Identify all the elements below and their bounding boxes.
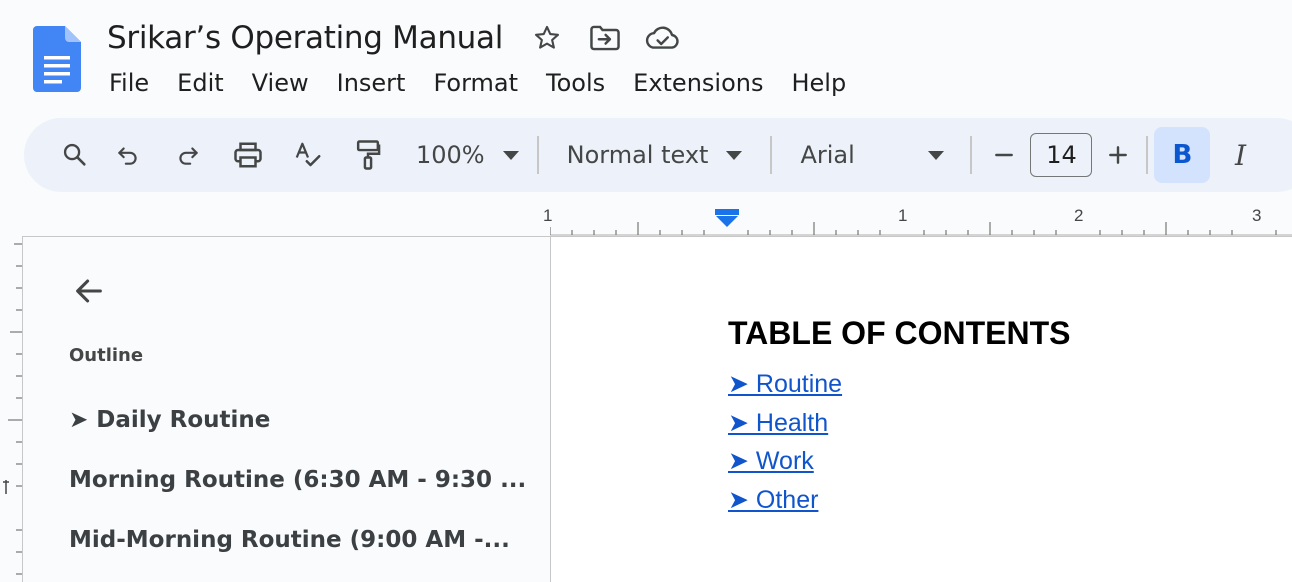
toolbar-divider: [770, 136, 773, 174]
menu-bar: File Edit View Insert Format Tools Exten…: [95, 64, 860, 102]
menu-help[interactable]: Help: [777, 69, 860, 97]
chevron-down-icon: [928, 150, 945, 160]
toolbar-divider: [1146, 136, 1149, 174]
toolbar: 100% Normal text Arial 14 B I: [24, 118, 1292, 192]
paint-format-button[interactable]: [338, 127, 398, 183]
move-button[interactable]: [583, 18, 627, 58]
paragraph-style-select[interactable]: Normal text: [567, 141, 743, 169]
undo-icon: [118, 147, 137, 165]
chevron-down-icon: [502, 150, 519, 160]
ruler-label: 2: [1074, 206, 1084, 225]
minus-icon: [995, 153, 1014, 157]
paragraph-style-value: Normal text: [566, 141, 709, 169]
undo-button[interactable]: [98, 127, 158, 183]
plus-icon: [1109, 146, 1128, 164]
spelling-grammar-button[interactable]: [278, 127, 338, 183]
italic-button[interactable]: I: [1212, 127, 1268, 183]
outline-item[interactable]: Morning Routine (6:30 AM - 9:30 ...: [69, 467, 526, 493]
cloud-done-icon: [645, 26, 679, 49]
font-size-input[interactable]: 14: [1030, 133, 1093, 177]
bold-button[interactable]: B: [1154, 127, 1211, 183]
redo-icon: [179, 147, 198, 165]
star-icon: [535, 25, 560, 49]
move-to-folder-icon: [590, 25, 620, 51]
zoom-select[interactable]: 100%: [416, 141, 519, 169]
title-actions: [525, 18, 685, 58]
document-title[interactable]: Srikar’s Operating Manual: [107, 20, 503, 56]
ruler-label: 1: [898, 206, 908, 225]
ruler-label: 3: [1252, 206, 1262, 225]
menu-file[interactable]: File: [95, 69, 163, 97]
menu-edit[interactable]: Edit: [163, 69, 237, 97]
menu-tools[interactable]: Tools: [532, 69, 619, 97]
outline-item[interactable]: Mid-Morning Routine (9:00 AM -...: [69, 527, 510, 553]
zoom-value: 100%: [416, 141, 485, 169]
toolbar-divider: [536, 136, 539, 174]
toc-link-work[interactable]: ➤ Work: [728, 446, 814, 476]
menu-insert[interactable]: Insert: [323, 69, 420, 97]
toc-link-other[interactable]: ➤ Other: [728, 485, 818, 515]
menu-extensions[interactable]: Extensions: [619, 69, 777, 97]
title-row: Srikar’s Operating Manual: [107, 16, 685, 60]
menu-view[interactable]: View: [238, 69, 323, 97]
cloud-status-button[interactable]: [641, 18, 685, 58]
font-value: Arial: [800, 141, 855, 169]
menu-format[interactable]: Format: [419, 69, 532, 97]
toolbar-divider: [970, 136, 973, 174]
ruler-label: 1: [543, 206, 553, 225]
vertical-ruler[interactable]: [0, 236, 22, 582]
close-outline-button[interactable]: [67, 269, 111, 313]
redo-button[interactable]: [158, 127, 218, 183]
google-docs-logo-icon[interactable]: [33, 26, 81, 92]
print-icon: [234, 142, 262, 168]
arrow-back-icon: [76, 279, 102, 303]
indent-marker-icon[interactable]: [715, 209, 739, 227]
outline-panel: Outline ➤ Daily Routine Morning Routine …: [22, 236, 551, 582]
document-page[interactable]: TABLE OF CONTENTS ➤ Routine ➤ Health ➤ W…: [551, 236, 1292, 582]
increase-font-size-button[interactable]: [1092, 127, 1144, 183]
search-icon: [63, 143, 86, 166]
chevron-down-icon: [726, 150, 743, 160]
font-select[interactable]: Arial: [800, 141, 945, 169]
search-menus-button[interactable]: [52, 127, 98, 183]
paint-format-icon: [356, 140, 381, 170]
toc-link-routine[interactable]: ➤ Routine: [728, 369, 842, 399]
horizontal-ruler[interactable]: [550, 200, 1292, 236]
toc-link-health[interactable]: ➤ Health: [728, 408, 828, 438]
spellcheck-icon: [295, 142, 321, 167]
outline-heading: Outline: [69, 345, 144, 366]
toc-heading: TABLE OF CONTENTS: [728, 315, 1071, 351]
outline-item[interactable]: ➤ Daily Routine: [69, 407, 270, 433]
star-button[interactable]: [525, 18, 569, 58]
decrease-font-size-button[interactable]: [986, 127, 1022, 183]
print-button[interactable]: [218, 127, 278, 183]
docs-window: Srikar’s Operating Manual File Edit View…: [0, 0, 1292, 582]
